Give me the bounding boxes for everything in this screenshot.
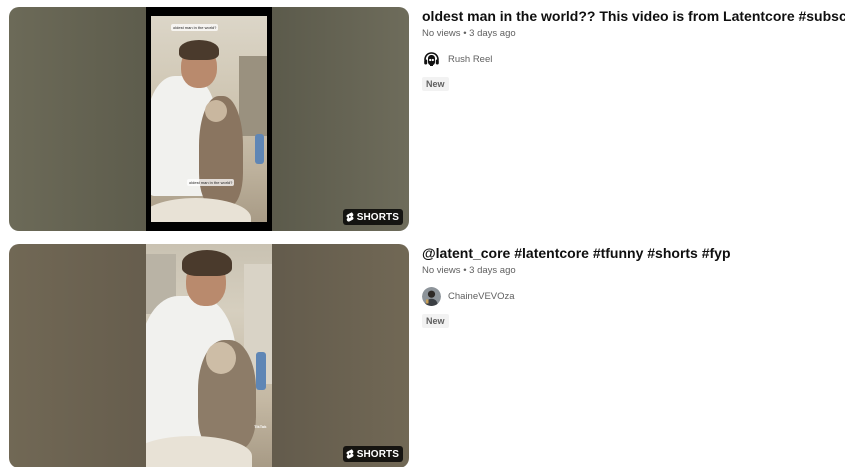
video-frame: oldest man in the world? oldest man in t… <box>146 7 272 231</box>
thumbnail-caption-top: oldest man in the world? <box>171 24 219 31</box>
shorts-badge: SHORTS <box>342 446 403 462</box>
channel-link[interactable]: ChaineVEVOza <box>422 286 842 306</box>
video-info: oldest man in the world?? This video is … <box>422 7 845 92</box>
shorts-icon <box>346 449 354 459</box>
channel-avatar[interactable] <box>422 49 441 69</box>
new-badge: New <box>422 77 449 91</box>
video-result: oldest man in the world? oldest man in t… <box>0 7 845 231</box>
video-thumbnail[interactable]: TikTok SHORTS <box>9 244 409 467</box>
video-info: @latent_core #latentcore #tfunny #shorts… <box>422 244 842 329</box>
thumbnail-scene: oldest man in the world? oldest man in t… <box>151 16 267 222</box>
channel-name[interactable]: ChaineVEVOza <box>448 291 515 302</box>
video-thumbnail[interactable]: oldest man in the world? oldest man in t… <box>9 7 409 231</box>
person-avatar-icon <box>422 286 441 306</box>
headphones-skull-icon <box>422 49 441 69</box>
shorts-label: SHORTS <box>356 448 399 460</box>
thumbnail-scene: TikTok <box>146 244 272 467</box>
search-results: oldest man in the world? oldest man in t… <box>0 0 845 467</box>
new-badge: New <box>422 314 449 328</box>
shorts-label: SHORTS <box>356 211 399 223</box>
animal-face <box>206 342 236 374</box>
thumbnail-caption-bottom: oldest man in the world? <box>187 179 235 186</box>
animal-face <box>205 100 227 122</box>
upload-age: 3 days ago <box>469 265 516 276</box>
bottle-shape <box>256 352 266 390</box>
view-count: No views <box>422 28 461 39</box>
person-hair <box>182 250 232 276</box>
channel-name[interactable]: Rush Reel <box>448 54 492 65</box>
bottle-shape <box>255 134 264 164</box>
view-count: No views <box>422 265 461 276</box>
channel-link[interactable]: Rush Reel <box>422 49 842 69</box>
video-meta: No views • 3 days ago <box>422 264 842 278</box>
video-meta: No views • 3 days ago <box>422 27 842 41</box>
shorts-icon <box>346 212 354 222</box>
meta-separator: • <box>463 28 467 39</box>
video-title[interactable]: @latent_core #latentcore #tfunny #shorts… <box>422 244 842 262</box>
shorts-badge: SHORTS <box>342 209 403 225</box>
upload-age: 3 days ago <box>469 28 516 39</box>
video-result: TikTok SHORTS @latent_core #latentcore #… <box>0 244 845 467</box>
kitchen-cabinet <box>239 56 267 136</box>
meta-separator: • <box>463 265 467 276</box>
person-hair <box>179 40 219 60</box>
video-title[interactable]: oldest man in the world?? This video is … <box>422 7 845 25</box>
tiktok-watermark: TikTok <box>254 424 267 429</box>
video-frame: TikTok <box>146 244 272 467</box>
channel-avatar[interactable] <box>422 286 441 306</box>
